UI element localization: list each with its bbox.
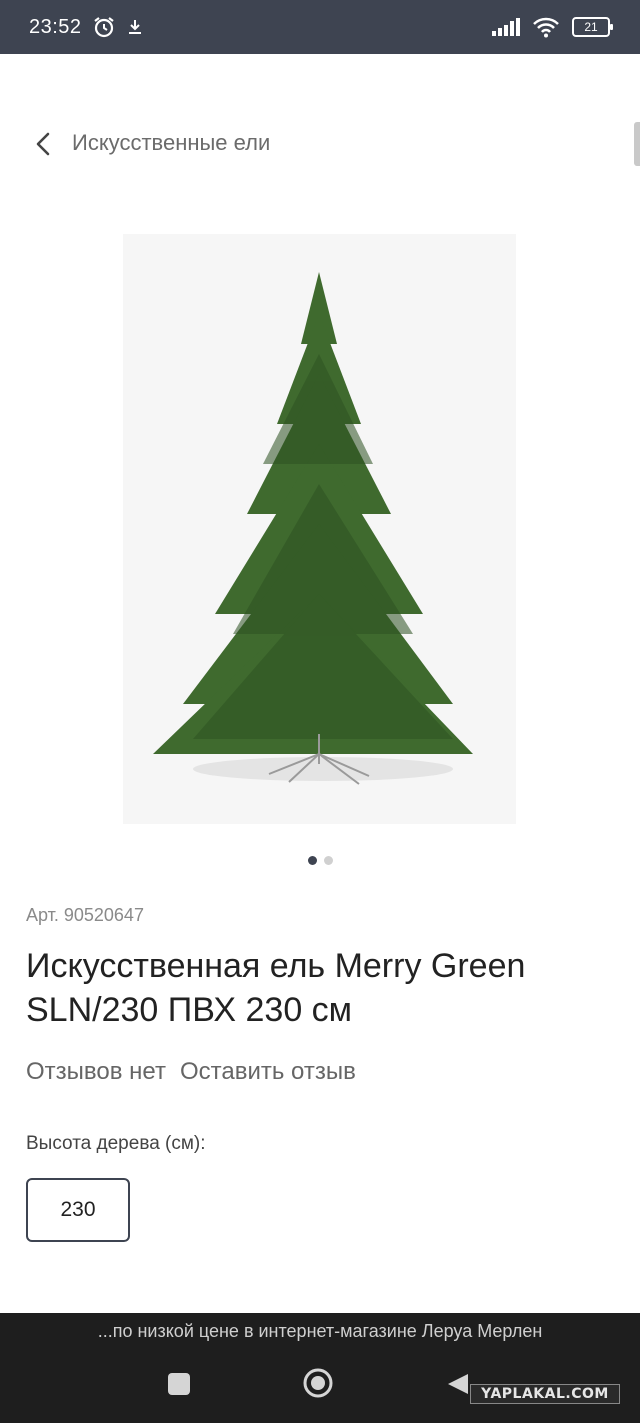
alarm-icon (93, 17, 114, 38)
page-caption: ...по низкой цене в интернет-магазине Ле… (97, 1321, 543, 1341)
wifi-icon (533, 17, 559, 38)
category-title[interactable]: Искусственные ели (72, 130, 270, 156)
product-image[interactable] (123, 234, 516, 824)
article-number: Арт. 90520647 (26, 905, 144, 925)
christmas-tree-image (153, 272, 473, 785)
height-option-230[interactable]: 230 (26, 1178, 130, 1242)
battery-indicator: 21 (572, 17, 613, 37)
chevron-left-icon[interactable] (30, 130, 58, 158)
height-option-label: 230 (60, 1198, 96, 1221)
gallery-dot-2[interactable] (323, 856, 333, 865)
signal-icon (492, 18, 520, 36)
height-label: Высота дерева (см): (26, 1133, 206, 1154)
leave-review-link[interactable]: Оставить отзыв (180, 1058, 356, 1086)
product-title: Искусственная ель Merry Green SLN/230 ПВ… (26, 947, 526, 1029)
back-button[interactable] (446, 1372, 470, 1396)
scrollbar[interactable] (634, 122, 640, 166)
gallery-dot-1[interactable] (307, 856, 317, 865)
reviews-count: Отзывов нет (26, 1058, 166, 1085)
reviews-row: Отзывов нет Оставить отзыв (26, 1058, 356, 1086)
clock: 23:52 (29, 15, 82, 38)
recent-apps-button[interactable] (168, 1373, 190, 1395)
gallery-pagination (0, 856, 640, 865)
download-icon (128, 20, 141, 34)
nav-header: Искусственные ели (0, 110, 640, 176)
home-button[interactable] (303, 1368, 333, 1398)
battery-level: 21 (584, 20, 598, 34)
status-bar: 23:52 21 (0, 0, 640, 54)
watermark-logo: YAPLAKAL.COM (470, 1384, 620, 1404)
